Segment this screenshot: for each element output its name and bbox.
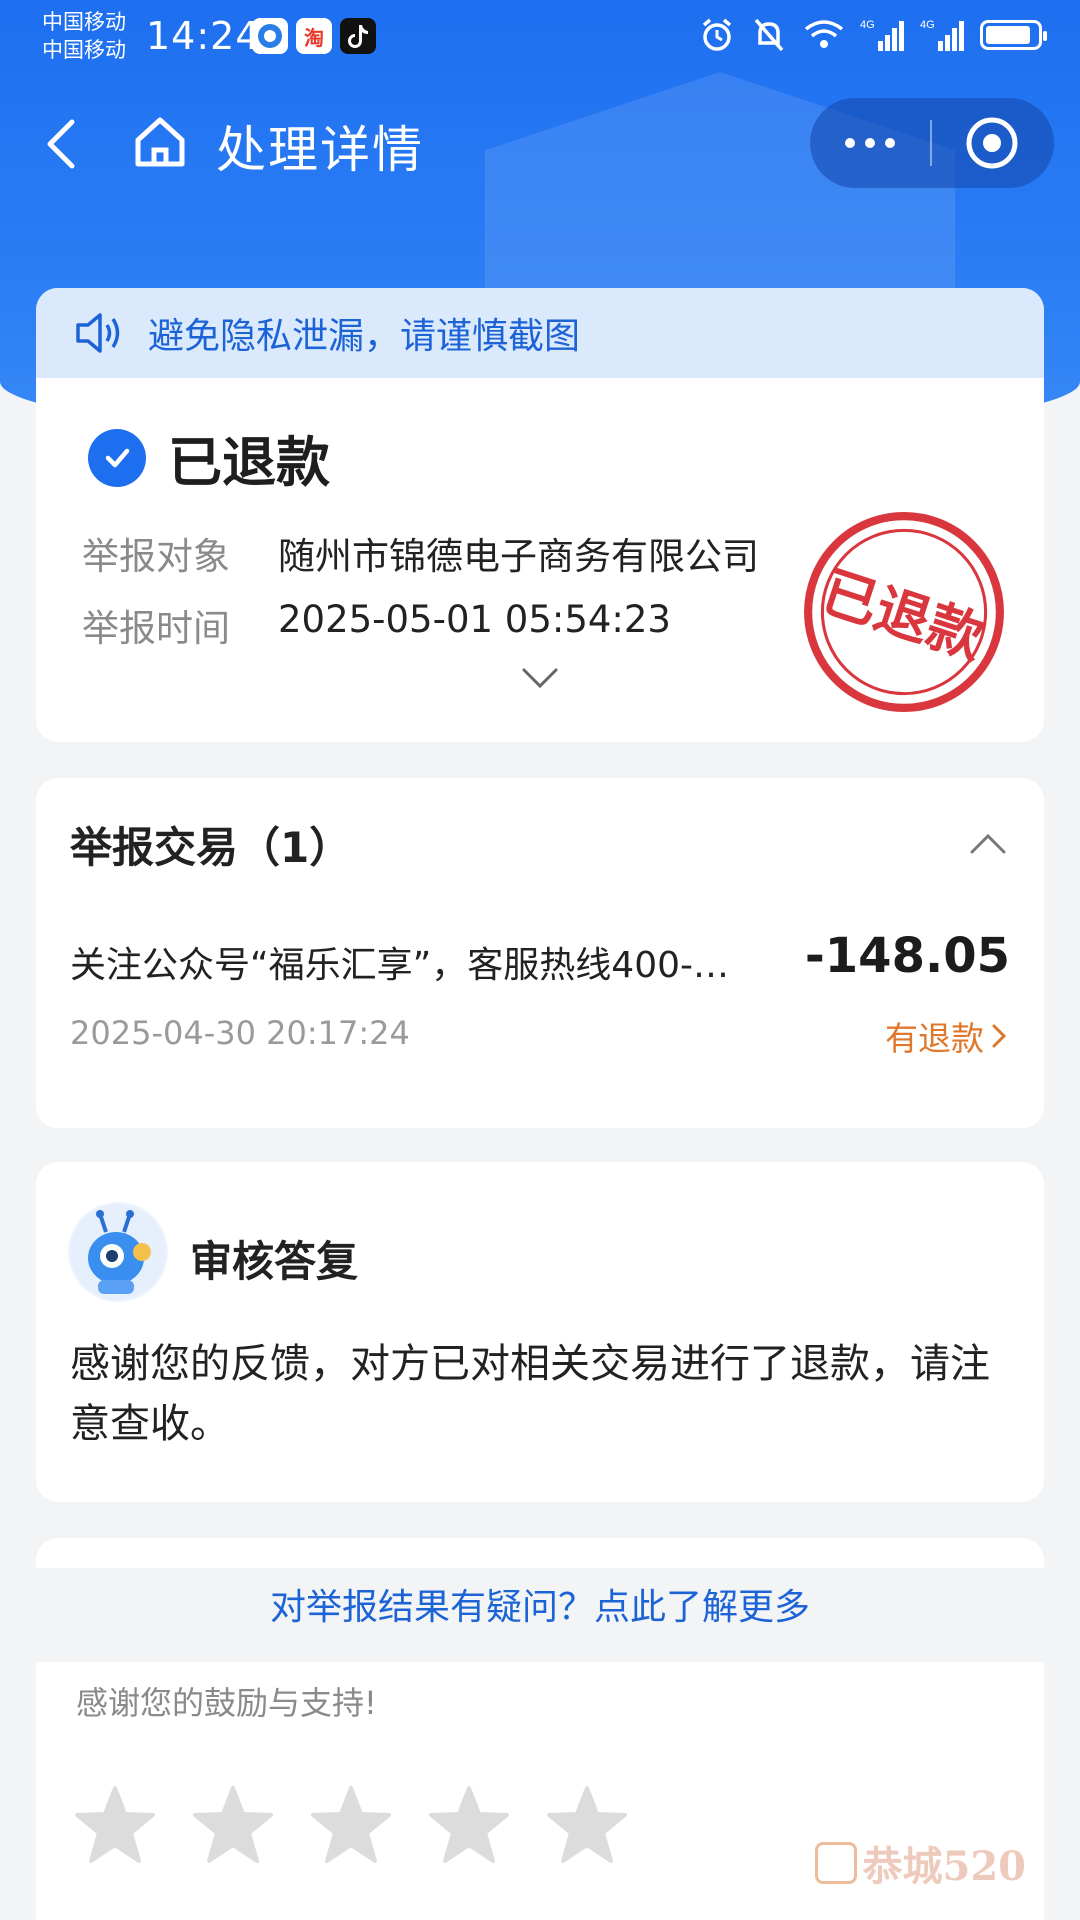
alarm-icon — [702, 18, 732, 51]
star-2-icon[interactable] — [192, 1784, 274, 1866]
feedback-card: 感谢您的鼓励与支持! 恭城520 — [36, 1662, 1044, 1920]
status-text: 已退款 — [168, 431, 330, 494]
report-time-label: 举报时间 — [82, 607, 230, 650]
transaction-name: 关注公众号“福乐汇享”，客服热线400-… — [70, 945, 730, 986]
taobao-app-icon: 淘 — [296, 18, 332, 54]
system-status-icons: 4G 4G — [698, 16, 1047, 54]
back-icon[interactable] — [36, 116, 92, 172]
refund-detail-link[interactable]: 有退款 — [885, 1012, 1008, 1060]
more-button[interactable] — [810, 98, 930, 188]
robot-avatar — [68, 1202, 168, 1302]
navigation-bar: 处理详情 — [0, 98, 1080, 190]
stamp-text: 已退款 — [814, 559, 992, 671]
close-miniprogram-button[interactable] — [932, 98, 1052, 188]
tiktok-app-icon — [340, 18, 376, 54]
privacy-notice-text: 避免隐私泄漏，请谨慎截图 — [148, 316, 581, 357]
wifi-icon — [804, 20, 844, 48]
reply-title: 审核答复 — [190, 1237, 359, 1286]
transaction-amount: -148.05 — [804, 928, 1010, 984]
status-card: 避免隐私泄漏，请谨慎截图 已退款 举报对象 随州市锦德电子商务有限公司 举报时间… — [36, 288, 1044, 742]
battery-icon — [980, 20, 1047, 50]
page-title: 处理详情 — [216, 121, 424, 179]
star-1-icon[interactable] — [74, 1784, 156, 1866]
report-target-label: 举报对象 — [82, 535, 230, 578]
svg-text:4G: 4G — [920, 19, 935, 31]
report-time-row: 举报时间 2025-05-01 05:54:23 — [82, 598, 671, 652]
result-question-link[interactable]: 对举报结果有疑问？点此了解更多 — [0, 1578, 1080, 1630]
watermark-logo-icon — [814, 1842, 857, 1884]
reported-transactions-card: 举报交易（1） 关注公众号“福乐汇享”，客服热线400-… -148.05 20… — [36, 778, 1044, 1128]
status-bar: 中国移动 中国移动 14:24 淘 4G 4G — [0, 0, 1080, 76]
speaker-icon — [76, 313, 120, 353]
report-target-value: 随州市锦德电子商务有限公司 — [278, 535, 759, 578]
star-4-icon[interactable] — [428, 1784, 510, 1866]
watermark-text: 恭城520 — [862, 1843, 1027, 1890]
carrier-info: 中国移动 中国移动 — [42, 8, 126, 64]
report-time-value: 2025-05-01 05:54:23 — [278, 598, 671, 641]
feedback-text: 感谢您的鼓励与支持! — [76, 1684, 377, 1722]
mute-icon — [754, 18, 784, 52]
site-watermark: 恭城520 — [814, 1834, 1027, 1892]
clock: 14:24 — [146, 14, 261, 58]
chevron-right-icon — [992, 1024, 1007, 1048]
transaction-time: 2025-04-30 20:17:24 — [70, 1014, 410, 1052]
check-icon — [88, 428, 146, 487]
signal-4g-icon-2: 4G — [920, 19, 964, 51]
target-icon — [966, 117, 1018, 169]
browser-app-icon — [252, 18, 288, 54]
svg-text:4G: 4G — [860, 19, 875, 31]
refund-label: 有退款 — [885, 1019, 984, 1058]
miniprogram-capsule — [810, 98, 1054, 188]
rating-stars — [74, 1784, 628, 1866]
star-3-icon[interactable] — [310, 1784, 392, 1866]
next-card-edge — [36, 1538, 1044, 1568]
transactions-title: 举报交易（1） — [70, 823, 352, 872]
reply-body: 感谢您的反馈，对方已对相关交易进行了退款，请注意查收。 — [70, 1341, 990, 1447]
home-icon[interactable] — [130, 112, 190, 172]
carrier-1: 中国移动 — [42, 10, 126, 34]
expand-chevron-down-icon[interactable] — [520, 666, 560, 690]
privacy-notice: 避免隐私泄漏，请谨慎截图 — [36, 288, 1044, 378]
notification-icons: 淘 — [252, 18, 376, 54]
carrier-2: 中国移动 — [42, 38, 126, 62]
refunded-stamp: 已退款 — [804, 512, 1004, 712]
review-reply-card: 审核答复 感谢您的反馈，对方已对相关交易进行了退款，请注意查收。 — [36, 1162, 1044, 1502]
collapse-chevron-up-icon[interactable] — [968, 830, 1008, 856]
star-5-icon[interactable] — [546, 1784, 628, 1866]
signal-4g-icon-1: 4G — [860, 19, 904, 51]
refund-status: 已退款 — [88, 418, 330, 497]
report-target-row: 举报对象 随州市锦德电子商务有限公司 — [82, 526, 759, 580]
